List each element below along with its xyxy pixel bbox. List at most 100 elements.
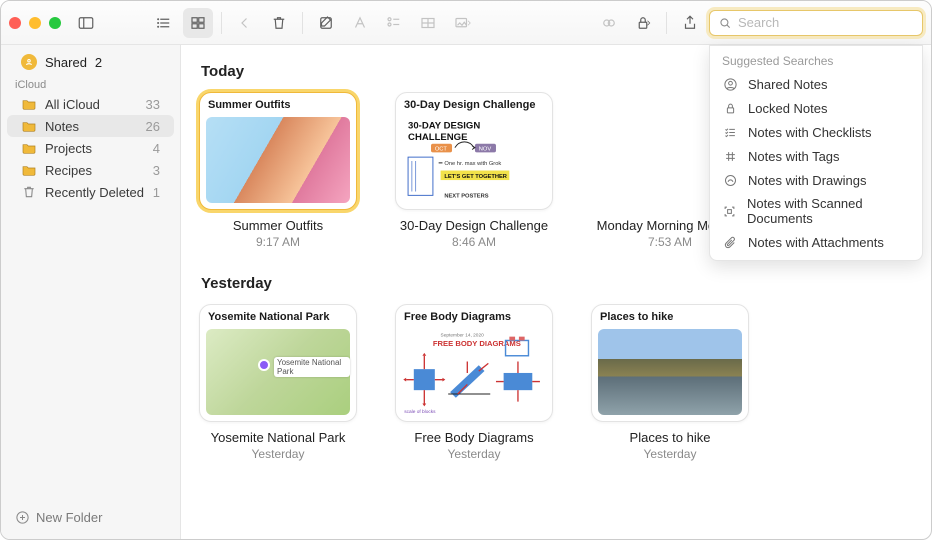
thumb-title: Free Body Diagrams xyxy=(396,305,552,325)
media-button[interactable] xyxy=(447,8,477,38)
svg-text:NOV: NOV xyxy=(479,146,492,152)
note-card-yosemite[interactable]: Yosemite National Park Yosemite National… xyxy=(199,304,357,461)
suggested-searches-popover: Suggested Searches Shared Notes Locked N… xyxy=(709,45,923,261)
text-format-icon xyxy=(351,14,369,32)
compose-icon xyxy=(317,14,335,32)
zoom-window-button[interactable] xyxy=(49,17,61,29)
checklist-button[interactable] xyxy=(379,8,409,38)
plus-circle-icon xyxy=(15,510,30,525)
suggested-label: Notes with Attachments xyxy=(748,235,884,250)
sidebar-item-recipes[interactable]: Recipes 3 xyxy=(7,159,174,181)
svg-text:OCT: OCT xyxy=(435,146,448,152)
list-icon xyxy=(155,14,173,32)
checklist-icon xyxy=(722,124,738,140)
svg-text:September 14, 2020: September 14, 2020 xyxy=(441,333,485,339)
lock-button[interactable] xyxy=(628,8,658,38)
note-card-design-challenge[interactable]: 30-Day Design Challenge 30-DAY DESIGN CH… xyxy=(395,92,553,249)
note-title: Free Body Diagrams xyxy=(395,430,553,445)
note-thumbnail: Yosemite National Park Yosemite National… xyxy=(199,304,357,422)
thumb-title: 30-Day Design Challenge xyxy=(396,93,552,113)
folder-icon xyxy=(21,140,37,156)
note-card-free-body-diagrams[interactable]: Free Body Diagrams September 14, 2020 FR… xyxy=(395,304,553,461)
list-view-button[interactable] xyxy=(149,8,179,38)
note-meta: 9:17 AM xyxy=(199,235,357,249)
section-title-yesterday: Yesterday xyxy=(201,275,913,292)
suggested-label: Notes with Checklists xyxy=(748,125,872,140)
grid-icon xyxy=(189,14,207,32)
suggested-label: Notes with Drawings xyxy=(748,173,867,188)
suggested-attachments[interactable]: Notes with Attachments xyxy=(710,230,922,254)
new-note-button[interactable] xyxy=(311,8,341,38)
suggested-checklists[interactable]: Notes with Checklists xyxy=(710,120,922,144)
link-icon xyxy=(600,14,618,32)
svg-text:30-DAY DESIGN: 30-DAY DESIGN xyxy=(408,120,480,131)
sidebar-item-count: 3 xyxy=(153,163,160,178)
lock-icon xyxy=(634,14,652,32)
table-icon xyxy=(419,14,437,32)
sidebar-item-count: 33 xyxy=(146,97,160,112)
suggested-tags[interactable]: Notes with Tags xyxy=(710,144,922,168)
table-button[interactable] xyxy=(413,8,443,38)
gallery-view-button[interactable] xyxy=(183,8,213,38)
new-folder-label: New Folder xyxy=(36,510,102,525)
sidebar-icloud-header: iCloud xyxy=(1,73,180,93)
sidebar-icon xyxy=(77,14,95,32)
sidebar-item-count: 1 xyxy=(153,185,160,200)
toggle-sidebar-button[interactable] xyxy=(71,8,101,38)
svg-text:NEXT POSTERS: NEXT POSTERS xyxy=(444,193,488,199)
search-field[interactable] xyxy=(709,10,923,36)
sidebar-item-projects[interactable]: Projects 4 xyxy=(7,137,174,159)
svg-text:CHALLENGE: CHALLENGE xyxy=(408,132,467,143)
note-title: Summer Outfits xyxy=(199,218,357,233)
note-card-places-to-hike[interactable]: Places to hike Places to hike Yesterday xyxy=(591,304,749,461)
minimize-window-button[interactable] xyxy=(29,17,41,29)
folder-icon xyxy=(21,96,37,112)
sidebar-item-all-icloud[interactable]: All iCloud 33 xyxy=(7,93,174,115)
drawing-icon xyxy=(722,172,738,188)
note-title: 30-Day Design Challenge xyxy=(395,218,553,233)
trash-icon xyxy=(270,14,288,32)
trash-icon xyxy=(21,184,37,200)
new-folder-button[interactable]: New Folder xyxy=(1,500,180,539)
note-card-summer-outfits[interactable]: Summer Outfits Summer Outfits 9:17 AM xyxy=(199,92,357,249)
thumb-title: Yosemite National Park xyxy=(200,305,356,325)
suggested-shared-notes[interactable]: Shared Notes xyxy=(710,72,922,96)
sidebar-item-label: Recipes xyxy=(45,163,92,178)
note-title: Places to hike xyxy=(591,430,749,445)
sidebar-item-notes[interactable]: Notes 26 xyxy=(7,115,174,137)
separator xyxy=(221,12,222,34)
suggested-locked-notes[interactable]: Locked Notes xyxy=(710,96,922,120)
thumb-image: 30-DAY DESIGN CHALLENGE OCT NOV One hr. … xyxy=(402,117,546,203)
share-button[interactable] xyxy=(675,8,705,38)
suggested-label: Notes with Tags xyxy=(748,149,840,164)
sidebar-item-recently-deleted[interactable]: Recently Deleted 1 xyxy=(7,181,174,203)
delete-button[interactable] xyxy=(264,8,294,38)
person-circle-icon xyxy=(722,76,738,92)
share-icon xyxy=(681,14,699,32)
suggested-label: Shared Notes xyxy=(748,77,828,92)
format-button[interactable] xyxy=(345,8,375,38)
search-icon xyxy=(718,16,732,30)
suggested-scanned[interactable]: Notes with Scanned Documents xyxy=(710,192,922,230)
chevron-left-icon xyxy=(236,14,254,32)
close-window-button[interactable] xyxy=(9,17,21,29)
photo-icon xyxy=(453,14,471,32)
folder-icon xyxy=(21,162,37,178)
link-button[interactable] xyxy=(594,8,624,38)
suggested-drawings[interactable]: Notes with Drawings xyxy=(710,168,922,192)
map-pin-icon xyxy=(258,359,270,371)
yesterday-grid: Yosemite National Park Yosemite National… xyxy=(199,304,913,461)
toolbar: Suggested Searches Shared Notes Locked N… xyxy=(1,1,931,45)
back-button[interactable] xyxy=(230,8,260,38)
suggested-label: Locked Notes xyxy=(748,101,828,116)
note-thumbnail: 30-Day Design Challenge 30-DAY DESIGN CH… xyxy=(395,92,553,210)
note-meta: Yesterday xyxy=(591,447,749,461)
note-thumbnail: Free Body Diagrams September 14, 2020 FR… xyxy=(395,304,553,422)
folder-icon xyxy=(21,118,37,134)
sidebar-item-label: All iCloud xyxy=(45,97,100,112)
sidebar-item-label: Notes xyxy=(45,119,79,134)
sidebar: Shared 2 iCloud All iCloud 33 Notes 26 P… xyxy=(1,45,181,539)
thumb-title: Summer Outfits xyxy=(200,93,356,113)
sidebar-shared[interactable]: Shared 2 xyxy=(7,51,174,73)
search-input[interactable] xyxy=(738,15,914,30)
